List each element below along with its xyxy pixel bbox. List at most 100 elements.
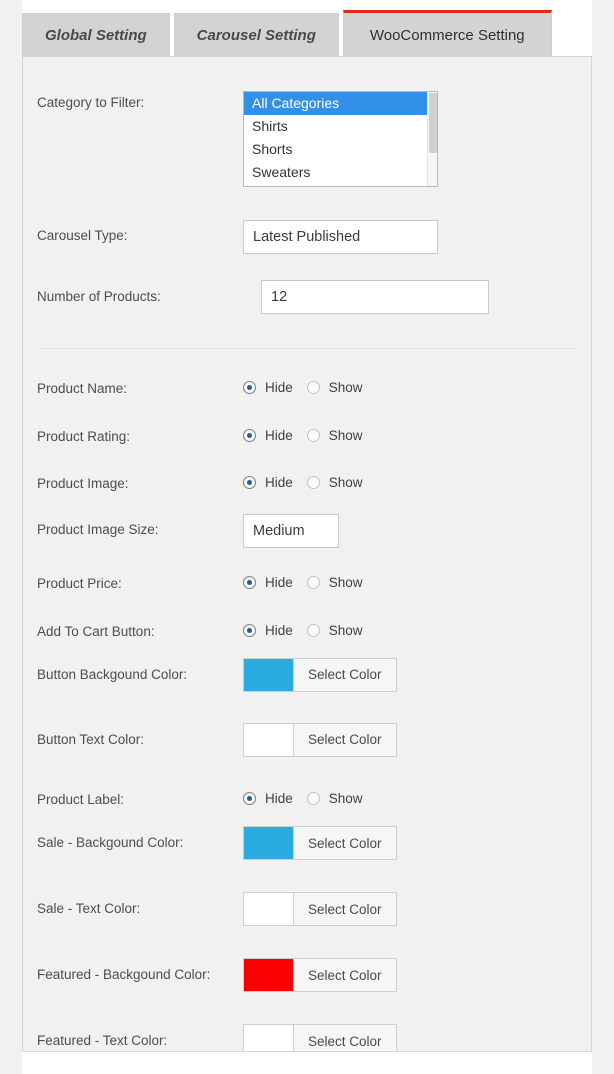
row-product-price: Product Price: Hide Show (23, 572, 591, 592)
add-to-cart-radio-group: Hide Show (243, 620, 575, 638)
radio-checked-icon (243, 623, 256, 637)
category-to-filter-select[interactable]: All Categories Shirts Shorts Sweaters (243, 91, 438, 187)
radio-label: Show (328, 380, 363, 395)
radio-label: Show (328, 574, 363, 590)
color-swatch[interactable] (244, 658, 294, 691)
settings-page: Global Setting Carousel Setting WooComme… (0, 0, 614, 1074)
row-featured-background-color: Featured - Backgound Color: Select Color (23, 958, 591, 996)
product-name-show-radio[interactable]: Show (306, 380, 363, 395)
label-button-background-color: Button Backgound Color: (37, 666, 188, 682)
row-category-to-filter: Category to Filter: All Categories Shirt… (23, 91, 591, 187)
number-of-products-input[interactable]: 12 (261, 280, 489, 314)
product-image-size-select[interactable]: Medium (243, 513, 339, 548)
label-sale-background-color: Sale - Backgound Color: (37, 835, 184, 851)
sale-background-color-picker[interactable]: Select Color (243, 826, 397, 861)
featured-text-color-picker[interactable]: Select Color (243, 1024, 397, 1051)
row-add-to-cart-button: Add To Cart Button: Hide Show (23, 620, 591, 640)
option-all-categories[interactable]: All Categories (244, 92, 437, 115)
label-number-of-products: Number of Products: (37, 289, 161, 304)
product-rating-radio-group: Hide Show (243, 425, 575, 443)
color-swatch[interactable] (244, 723, 294, 756)
row-product-image-size: Product Image Size: Medium (23, 513, 591, 548)
category-select-scrollbar[interactable] (427, 92, 437, 186)
label-product-price: Product Price: (37, 575, 122, 591)
tab-woocommerce-setting[interactable]: WooCommerce Setting (342, 10, 552, 57)
product-rating-show-radio[interactable]: Show (306, 428, 363, 443)
product-image-radio-group: Hide Show (243, 472, 575, 490)
radio-checked-icon (243, 791, 256, 805)
row-featured-text-color: Featured - Text Color: Select Color (23, 1024, 591, 1051)
radio-label: Show (328, 622, 363, 638)
product-price-show-radio[interactable]: Show (306, 574, 363, 590)
tab-bar: Global Setting Carousel Setting WooComme… (22, 10, 552, 57)
color-swatch[interactable] (244, 893, 294, 926)
radio-label: Hide (265, 790, 293, 806)
product-image-show-radio[interactable]: Show (306, 475, 363, 490)
product-label-show-radio[interactable]: Show (306, 790, 363, 806)
add-to-cart-show-radio[interactable]: Show (306, 622, 363, 638)
product-image-hide-radio[interactable]: Hide (243, 475, 293, 490)
label-featured-background-color: Featured - Backgound Color: (37, 967, 211, 983)
row-product-rating: Product Rating: Hide Show (23, 425, 591, 445)
button-background-color-picker[interactable]: Select Color (243, 657, 397, 692)
color-swatch[interactable] (244, 959, 294, 992)
radio-unchecked-icon (306, 381, 320, 394)
button-text-color-picker[interactable]: Select Color (243, 722, 397, 757)
product-label-hide-radio[interactable]: Hide (243, 791, 293, 806)
color-swatch[interactable] (244, 827, 294, 860)
radio-checked-icon (243, 575, 256, 589)
select-color-button[interactable]: Select Color (294, 658, 396, 691)
radio-unchecked-icon (306, 791, 320, 805)
row-button-text-color: Button Text Color: Select Color (23, 722, 591, 761)
product-rating-hide-radio[interactable]: Hide (243, 428, 293, 443)
select-color-button[interactable]: Select Color (294, 723, 396, 756)
sale-text-color-picker[interactable]: Select Color (243, 892, 397, 927)
label-featured-text-color: Featured - Text Color: (37, 1033, 168, 1049)
scrollbar-thumb[interactable] (429, 93, 437, 153)
radio-label: Show (328, 790, 363, 806)
radio-checked-icon (243, 476, 256, 490)
option-sweaters[interactable]: Sweaters (244, 161, 437, 184)
radio-label: Hide (265, 622, 293, 638)
product-price-hide-radio[interactable]: Hide (243, 575, 293, 590)
radio-unchecked-icon (306, 623, 320, 637)
radio-unchecked-icon (306, 429, 320, 443)
radio-checked-icon (243, 381, 256, 394)
label-sale-text-color: Sale - Text Color: (37, 901, 141, 917)
tab-label: WooCommerce Setting (369, 26, 525, 44)
radio-unchecked-icon (306, 575, 320, 589)
add-to-cart-hide-radio[interactable]: Hide (243, 623, 293, 638)
radio-label: Hide (265, 428, 293, 444)
featured-background-color-picker[interactable]: Select Color (243, 958, 397, 993)
label-product-label: Product Label: (37, 791, 125, 807)
carousel-type-select[interactable]: Latest Published (243, 220, 438, 254)
label-category-to-filter: Category to Filter: (37, 95, 145, 110)
tab-label: Carousel Setting (196, 27, 316, 44)
select-color-button[interactable]: Select Color (294, 893, 396, 926)
label-add-to-cart-button: Add To Cart Button: (37, 623, 155, 639)
select-color-button[interactable]: Select Color (294, 827, 396, 860)
tab-carousel-setting[interactable]: Carousel Setting (173, 13, 339, 57)
section-divider (41, 348, 575, 349)
option-shorts[interactable]: Shorts (244, 138, 437, 161)
color-swatch[interactable] (244, 1025, 294, 1051)
radio-label: Hide (265, 574, 293, 590)
row-carousel-type: Carousel Type: Latest Published (23, 220, 591, 254)
radio-checked-icon (243, 429, 256, 443)
select-color-button[interactable]: Select Color (294, 1025, 396, 1051)
tab-global-setting[interactable]: Global Setting (22, 13, 170, 57)
row-sale-background-color: Sale - Backgound Color: Select Color (23, 826, 591, 864)
radio-unchecked-icon (306, 476, 320, 490)
label-button-text-color: Button Text Color: (37, 731, 145, 747)
product-name-hide-radio[interactable]: Hide (243, 380, 293, 395)
select-color-button[interactable]: Select Color (294, 959, 396, 992)
row-product-image: Product Image: Hide Show (23, 472, 591, 492)
label-product-name: Product Name: (37, 381, 128, 396)
row-sale-text-color: Sale - Text Color: Select Color (23, 892, 591, 930)
product-label-radio-group: Hide Show (243, 788, 575, 806)
row-product-name: Product Name: Hide Show (23, 377, 591, 397)
option-shirts[interactable]: Shirts (244, 115, 437, 138)
label-product-rating: Product Rating: (37, 429, 131, 445)
row-button-background-color: Button Backgound Color: Select Color (23, 657, 591, 696)
product-name-radio-group: Hide Show (243, 377, 575, 395)
